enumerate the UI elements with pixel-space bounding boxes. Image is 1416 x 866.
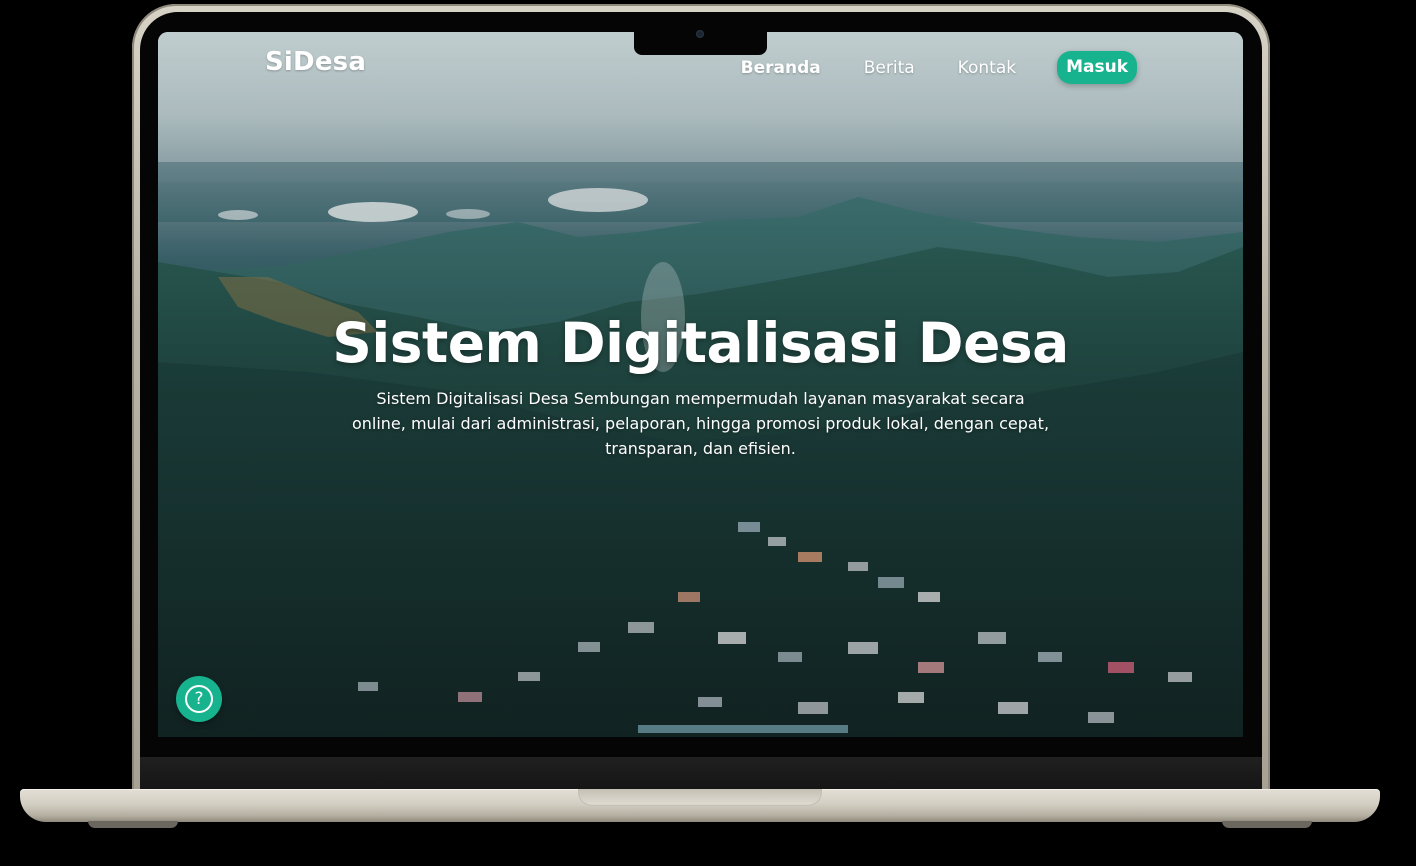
login-button[interactable]: Masuk	[1057, 51, 1137, 84]
nav-item-berita[interactable]: Berita	[864, 58, 915, 78]
laptop-foot-left	[88, 821, 178, 828]
laptop-mockup: SiDesa Beranda Berita Kontak Masuk Siste…	[0, 0, 1416, 866]
hero-subtitle: Sistem Digitalisasi Desa Sembungan mempe…	[351, 389, 1050, 458]
help-icon: ?	[185, 685, 213, 713]
help-button[interactable]: ?	[176, 676, 222, 722]
hero-section: Sistem Digitalisasi Desa Sistem Digitali…	[158, 310, 1243, 461]
nav-item-beranda[interactable]: Beranda	[741, 58, 821, 78]
browser-screen: SiDesa Beranda Berita Kontak Masuk Siste…	[158, 32, 1243, 737]
hero-title: Sistem Digitalisasi Desa	[332, 311, 1069, 375]
webcam	[696, 30, 704, 38]
laptop-screen-chin	[140, 757, 1262, 791]
brand-logo[interactable]: SiDesa	[265, 47, 366, 77]
nav-item-kontak[interactable]: Kontak	[958, 58, 1016, 78]
nav-menu: Beranda Berita Kontak Masuk	[698, 51, 1137, 84]
laptop-lid-opening-notch	[578, 789, 822, 806]
laptop-foot-right	[1222, 821, 1312, 828]
